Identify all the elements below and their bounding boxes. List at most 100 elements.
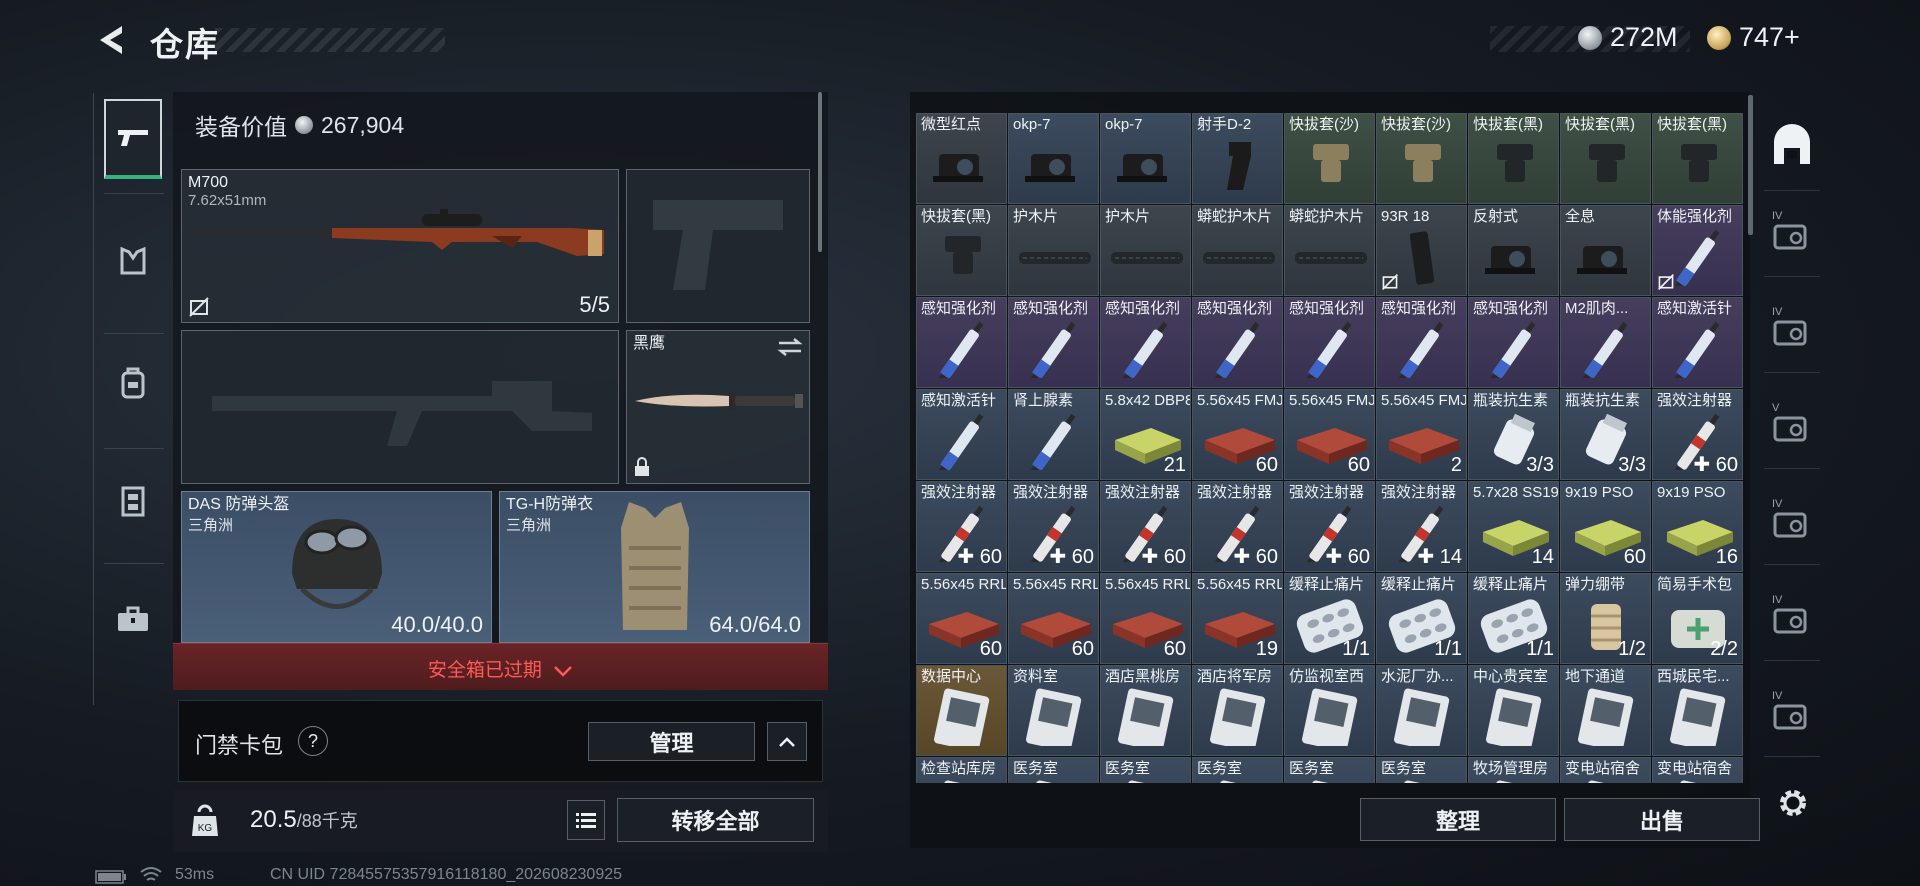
storage-item[interactable]: 反射式 [1468, 205, 1559, 296]
equipment-scrollbar[interactable] [818, 92, 822, 252]
storage-item[interactable]: 强效注射器 ✚ 14 [1376, 481, 1467, 572]
back-arrow-icon[interactable] [92, 20, 132, 60]
storage-item[interactable]: 西城民宅... [1652, 665, 1743, 756]
storage-item[interactable]: 5.7x28 SS193LF 14 [1468, 481, 1559, 572]
storage-item[interactable]: 医务室 [1192, 757, 1283, 783]
storage-item[interactable]: okp-7 [1100, 113, 1191, 204]
storage-item[interactable]: 9x19 PSO 16 [1652, 481, 1743, 572]
nav-case[interactable] [104, 579, 162, 659]
storage-item[interactable]: 中心贵宾室 [1468, 665, 1559, 756]
storage-item[interactable]: 变电站宿舍 [1560, 757, 1651, 783]
storage-item[interactable]: 护木片 [1008, 205, 1099, 296]
storage-item[interactable]: 缓释止痛片 1/1 [1376, 573, 1467, 664]
storage-item[interactable]: 蟒蛇护木片 [1284, 205, 1375, 296]
safebox-expired-bar[interactable]: 安全箱已过期 [173, 643, 828, 690]
storage-item[interactable]: 变电站宿舍 [1652, 757, 1743, 783]
storage-item[interactable]: 快拔套(黑) [1652, 113, 1743, 204]
storage-item[interactable]: 弹力绷带 1/2 [1560, 573, 1651, 664]
storage-item[interactable]: 医务室 [1284, 757, 1375, 783]
helmet-slot[interactable]: DAS 防弹头盔 三角洲 40.0/40.0 [181, 491, 492, 643]
storage-item[interactable]: 医务室 [1100, 757, 1191, 783]
storage-item[interactable]: okp-7 [1008, 113, 1099, 204]
storage-item[interactable]: 缓释止痛片 1/1 [1284, 573, 1375, 664]
storage-item[interactable]: 5.56x45 RRLP 19 [1192, 573, 1283, 664]
secondary-weapon-slot[interactable] [181, 330, 619, 484]
storage-page-tab[interactable]: IV [1770, 306, 1814, 350]
storage-page-tab[interactable]: IV [1770, 690, 1814, 734]
storage-item[interactable]: 感知强化剂 [1468, 297, 1559, 388]
nav-rig[interactable] [104, 461, 162, 541]
melee-slot[interactable]: 黑鹰 [626, 330, 810, 484]
storage-item[interactable]: 9x19 PSO 60 [1560, 481, 1651, 572]
storage-item[interactable]: 5.56x45 FMJ 60 [1284, 389, 1375, 480]
storage-item[interactable]: 射手D-2 [1192, 113, 1283, 204]
storage-page-tab[interactable]: V [1770, 402, 1814, 446]
storage-item[interactable]: 快拔套(沙) [1376, 113, 1467, 204]
storage-item[interactable]: 5.8x42 DBP87 21 [1100, 389, 1191, 480]
storage-item[interactable]: 5.56x45 RRLP 60 [1008, 573, 1099, 664]
storage-item[interactable]: 简易手术包 2/2 [1652, 573, 1743, 664]
storage-item[interactable]: 感知强化剂 [1284, 297, 1375, 388]
storage-item[interactable]: 感知强化剂 [1100, 297, 1191, 388]
sort-button[interactable]: 整理 [1360, 798, 1556, 841]
storage-item[interactable]: 强效注射器 ✚ 60 [1192, 481, 1283, 572]
storage-item[interactable]: 全息 [1560, 205, 1651, 296]
storage-item[interactable]: 缓释止痛片 1/1 [1468, 573, 1559, 664]
storage-item[interactable]: 快拔套(黑) [1560, 113, 1651, 204]
armor-slot[interactable]: TG-H防弹衣 三角洲 64.0/64.0 [499, 491, 810, 643]
transfer-all-button[interactable]: 转移全部 [617, 798, 814, 842]
nav-weapons[interactable] [104, 99, 162, 179]
storage-item[interactable]: 瓶装抗生素 3/3 [1560, 389, 1651, 480]
storage-item[interactable]: 资料室 [1008, 665, 1099, 756]
storage-item[interactable]: 5.56x45 FMJ 60 [1192, 389, 1283, 480]
storage-item[interactable]: 强效注射器 ✚ 60 [1008, 481, 1099, 572]
storage-item[interactable]: 快拔套(黑) [916, 205, 1007, 296]
storage-item[interactable]: 强效注射器 ✚ 60 [916, 481, 1007, 572]
storage-item[interactable]: 水泥厂办... [1376, 665, 1467, 756]
storage-item[interactable]: 肾上腺素 [1008, 389, 1099, 480]
storage-item[interactable]: 蟒蛇护木片 [1192, 205, 1283, 296]
storage-item[interactable]: 感知激活针 [1652, 297, 1743, 388]
storage-item[interactable]: 快拔套(黑) [1468, 113, 1559, 204]
storage-item[interactable]: 酒店黑桃房 [1100, 665, 1191, 756]
storage-page-tab[interactable]: IV [1770, 594, 1814, 638]
storage-scrollbar[interactable] [1748, 95, 1753, 235]
storage-item[interactable]: 体能强化剂 [1652, 205, 1743, 296]
storage-item[interactable]: 数据中心 [916, 665, 1007, 756]
storage-item[interactable]: 5.56x45 RRLP 60 [1100, 573, 1191, 664]
storage-page-tab[interactable]: IV [1770, 210, 1814, 254]
storage-item[interactable]: 强效注射器 ✚ 60 [1284, 481, 1375, 572]
storage-item[interactable]: 感知强化剂 [916, 297, 1007, 388]
list-view-button[interactable] [567, 800, 605, 840]
storage-item[interactable]: 牧场管理房 [1468, 757, 1559, 783]
storage-item[interactable]: 医务室 [1376, 757, 1467, 783]
storage-page-tab[interactable]: IV [1770, 498, 1814, 542]
storage-item[interactable]: 医务室 [1008, 757, 1099, 783]
storage-item[interactable]: 感知激活针 [916, 389, 1007, 480]
storage-item[interactable]: 地下通道 [1560, 665, 1651, 756]
storage-item[interactable]: 感知强化剂 [1376, 297, 1467, 388]
primary-weapon-slot[interactable]: M700 7.62x51mm 5/5 [181, 169, 619, 323]
storage-item[interactable]: 感知强化剂 [1008, 297, 1099, 388]
storage-item[interactable]: 酒店将军房 [1192, 665, 1283, 756]
swap-icon[interactable] [777, 337, 803, 357]
storage-item[interactable]: 感知强化剂 [1192, 297, 1283, 388]
storage-item[interactable]: 5.56x45 FMJ 2 [1376, 389, 1467, 480]
storage-item[interactable]: 强效注射器 ✚ 60 [1652, 389, 1743, 480]
storage-item[interactable]: 快拔套(沙) [1284, 113, 1375, 204]
nav-armor[interactable] [104, 221, 162, 301]
storage-item[interactable]: 仿监视室西 [1284, 665, 1375, 756]
manage-button[interactable]: 管理 [588, 722, 755, 761]
pistol-slot[interactable] [626, 169, 810, 323]
storage-main-tab[interactable] [1770, 124, 1814, 168]
nav-backpack[interactable] [104, 343, 162, 423]
gold-currency[interactable]: 747+ [1707, 22, 1800, 53]
storage-item[interactable]: 瓶装抗生素 3/3 [1468, 389, 1559, 480]
storage-item[interactable]: M2肌肉... [1560, 297, 1651, 388]
collapse-button[interactable] [767, 722, 807, 761]
storage-item[interactable]: 微型红点 [916, 113, 1007, 204]
storage-item[interactable]: 93R 18 [1376, 205, 1467, 296]
storage-item[interactable]: 5.56x45 RRLP 60 [916, 573, 1007, 664]
settings-gear-icon[interactable] [1776, 786, 1810, 820]
help-icon[interactable]: ? [298, 726, 328, 756]
